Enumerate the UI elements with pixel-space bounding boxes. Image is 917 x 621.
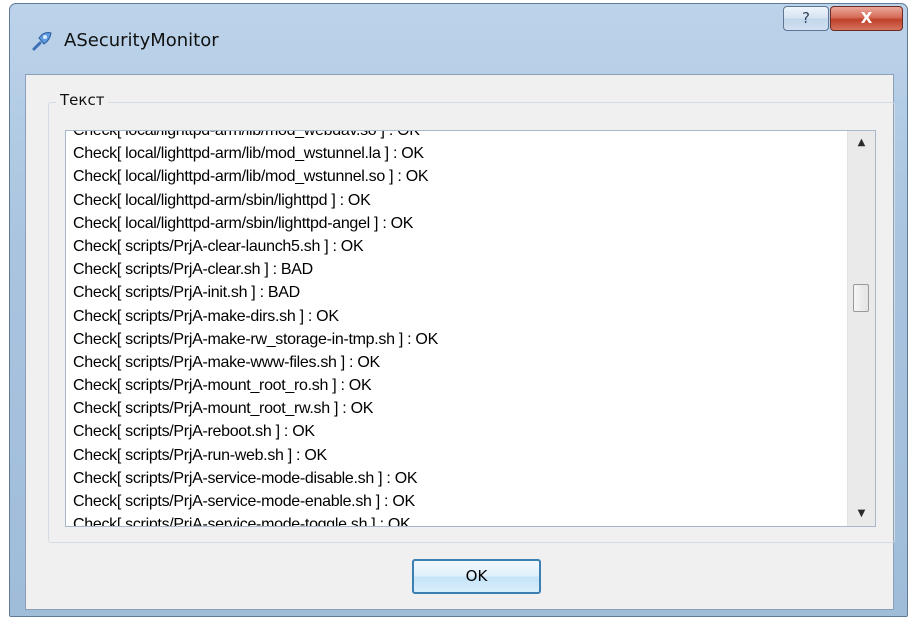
triangle-down-icon: ▼ — [857, 508, 866, 519]
log-line[interactable]: Check[ scripts/PrjA-mount_root_ro.sh ] :… — [66, 374, 841, 397]
dialog-content: Текст Check[ local/lighttpd-arm/lib/mod_… — [25, 74, 895, 610]
log-line[interactable]: Check[ scripts/PrjA-init.sh ] : BAD — [66, 281, 841, 304]
log-line[interactable]: Check[ local/lighttpd-arm/sbin/lighttpd … — [66, 189, 841, 212]
log-line[interactable]: Check[ scripts/PrjA-service-mode-toggle.… — [66, 513, 841, 526]
log-line[interactable]: Check[ scripts/PrjA-make-www-files.sh ] … — [66, 351, 841, 374]
log-line[interactable]: Check[ local/lighttpd-arm/sbin/lighttpd-… — [66, 212, 841, 235]
log-line[interactable]: Check[ scripts/PrjA-make-dirs.sh ] : OK — [66, 305, 841, 328]
log-lines: Check[ local/lighttpd-arm/lib/mod_webdav… — [66, 131, 841, 526]
ok-button[interactable]: OK — [412, 559, 541, 594]
log-line[interactable]: Check[ scripts/PrjA-service-mode-enable.… — [66, 490, 841, 513]
scroll-down-button[interactable]: ▼ — [848, 502, 875, 526]
log-line[interactable]: Check[ scripts/PrjA-make-rw_storage-in-t… — [66, 328, 841, 351]
log-line[interactable]: Check[ local/lighttpd-arm/lib/mod_wstunn… — [66, 142, 841, 165]
log-line[interactable]: Check[ scripts/PrjA-run-web.sh ] : OK — [66, 444, 841, 467]
log-line[interactable]: Check[ scripts/PrjA-mount_root_rw.sh ] :… — [66, 397, 841, 420]
log-line[interactable]: Check[ scripts/PrjA-clear-launch5.sh ] :… — [66, 235, 841, 258]
app-icon — [30, 29, 54, 53]
window-title: ASecurityMonitor — [64, 30, 219, 51]
log-line[interactable]: Check[ scripts/PrjA-service-mode-disable… — [66, 467, 841, 490]
log-line[interactable]: Check[ scripts/PrjA-reboot.sh ] : OK — [66, 420, 841, 443]
groupbox-label: Текст — [56, 91, 109, 109]
dialog-window: ASecurityMonitor ? X Текст Check[ local/… — [9, 3, 908, 617]
close-icon: X — [860, 9, 873, 27]
vertical-scrollbar[interactable]: ▲ ▼ — [847, 131, 875, 526]
scroll-thumb[interactable] — [853, 284, 869, 312]
close-button[interactable]: X — [830, 6, 903, 31]
scroll-up-button[interactable]: ▲ — [848, 131, 875, 155]
log-line[interactable]: Check[ local/lighttpd-arm/lib/mod_webdav… — [66, 131, 841, 142]
log-line[interactable]: Check[ scripts/PrjA-clear.sh ] : BAD — [66, 258, 841, 281]
triangle-up-icon: ▲ — [857, 137, 866, 148]
help-button[interactable]: ? — [783, 6, 829, 31]
log-listbox[interactable]: Check[ local/lighttpd-arm/lib/mod_webdav… — [65, 130, 876, 527]
help-icon: ? — [802, 9, 810, 27]
title-bar[interactable]: ASecurityMonitor ? X — [10, 4, 907, 74]
log-line[interactable]: Check[ local/lighttpd-arm/lib/mod_wstunn… — [66, 165, 841, 188]
